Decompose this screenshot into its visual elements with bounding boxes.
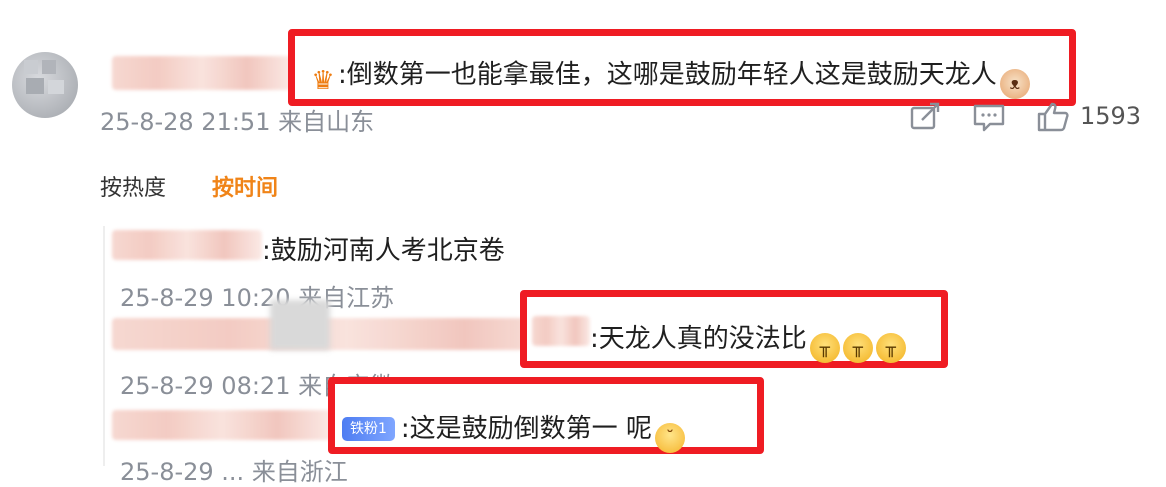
reply-username-blurred-tail [532, 316, 590, 346]
reply-username-blurred[interactable] [112, 230, 262, 260]
blurred-image-fragment [270, 300, 330, 350]
reply-meta: 25-8-29 ... 来自浙江 [120, 458, 348, 486]
reply-text: :这是鼓励倒数第一 呢 [400, 414, 652, 444]
reply-text: :鼓励河南人考北京卷 [262, 236, 505, 266]
crown-icon: ♛ [311, 66, 335, 96]
tab-sort-by-time[interactable]: 按时间 [212, 170, 278, 202]
username-blurred[interactable] [112, 56, 292, 90]
cat-emoji-icon: ᴥ [999, 69, 1030, 99]
avatar[interactable] [12, 52, 78, 118]
share-icon[interactable] [908, 100, 942, 134]
main-comment-text: :倒数第一也能拿最佳，这哪是鼓励年轻人这是鼓励天龙人 [338, 60, 997, 90]
shy-emoji-icon: ˘ [654, 423, 685, 453]
fan-badge: 铁粉1 [342, 417, 395, 441]
reply-thread-divider [103, 226, 105, 466]
reply-username-blurred[interactable] [112, 318, 582, 350]
cry-emoji-icon: ╥ [842, 333, 873, 363]
cry-emoji-icon: ╥ [875, 333, 906, 363]
reply-text-row: 铁粉1:这是鼓励倒数第一 呢 ˘ [342, 408, 685, 453]
reply-meta: 25-8-29 10:20 来自江苏 [120, 284, 395, 312]
reply-username-blurred[interactable] [112, 410, 332, 440]
like-count: 1593 [1080, 102, 1142, 130]
like-icon[interactable] [1036, 100, 1070, 134]
main-comment-meta: 25-8-28 21:51 来自山东 [100, 108, 375, 136]
reply-text: :天龙人真的没法比 [590, 324, 807, 354]
comment-icon[interactable] [972, 100, 1006, 134]
main-comment-text-row: ♛:倒数第一也能拿最佳，这哪是鼓励年轻人这是鼓励天龙人 ᴥ [305, 54, 1030, 99]
cry-emoji-icon: ╥ [809, 333, 840, 363]
reply-text-row: :天龙人真的没法比 ╥ ╥ ╥ [590, 318, 906, 363]
tab-sort-by-heat[interactable]: 按热度 [100, 170, 166, 202]
